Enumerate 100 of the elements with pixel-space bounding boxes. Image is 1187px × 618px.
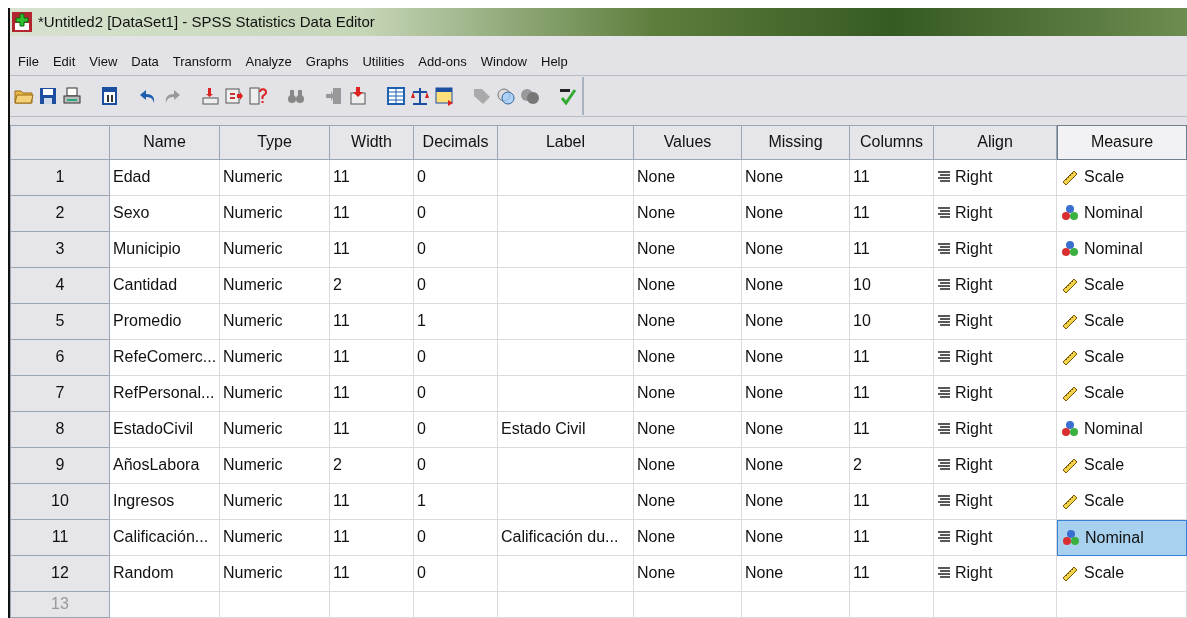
table-cell[interactable] [498,376,634,412]
table-cell[interactable]: 11 [330,520,414,556]
split-grid-icon[interactable] [386,86,406,107]
menu-item[interactable]: Graphs [299,54,357,70]
table-cell[interactable] [1057,592,1187,618]
table-cell[interactable] [330,592,414,618]
menu-item[interactable]: Transform [166,54,240,70]
table-cell[interactable]: RefeComerc... [110,340,220,376]
menu-item[interactable]: Window [474,54,535,70]
table-cell[interactable] [498,160,634,196]
table-cell[interactable]: Scale [1057,484,1187,520]
table-cell[interactable]: Numeric [220,556,330,592]
table-cell[interactable]: Calificación du... [498,520,634,556]
table-cell[interactable]: None [742,556,850,592]
column-header[interactable]: Columns [850,125,934,160]
table-cell[interactable] [498,304,634,340]
table-cell[interactable]: Scale [1057,376,1187,412]
table-cell[interactable]: Right [934,232,1057,268]
table-cell[interactable]: Right [934,448,1057,484]
table-cell[interactable]: Nominal [1057,520,1187,556]
table-cell[interactable]: 11 [330,304,414,340]
menu-item[interactable]: Utilities [356,54,413,70]
table-cell[interactable]: 11 [850,196,934,232]
table-cell[interactable]: Edad [110,160,220,196]
table-cell[interactable]: Numeric [220,304,330,340]
table-cell[interactable]: None [742,484,850,520]
table-cell[interactable] [498,196,634,232]
table-cell[interactable]: Promedio [110,304,220,340]
table-cell[interactable]: None [634,412,742,448]
table-cell[interactable]: 0 [414,268,498,304]
table-cell[interactable]: Scale [1057,160,1187,196]
table-cell[interactable]: Cantidad [110,268,220,304]
table-cell[interactable]: Scale [1057,340,1187,376]
table-cell[interactable]: Scale [1057,556,1187,592]
insert-cases-icon[interactable] [324,86,344,107]
table-cell[interactable]: None [634,376,742,412]
table-cell[interactable]: EstadoCivil [110,412,220,448]
table-cell[interactable] [498,268,634,304]
table-cell[interactable]: None [634,520,742,556]
table-cell[interactable]: Numeric [220,484,330,520]
circles-icon[interactable] [496,86,516,107]
table-cell[interactable] [498,448,634,484]
table-cell[interactable]: Numeric [220,268,330,304]
table-cell[interactable]: 11 [330,340,414,376]
table-cell[interactable]: RefPersonal... [110,376,220,412]
table-cell[interactable]: 11 [330,196,414,232]
table-cell[interactable]: None [742,160,850,196]
row-header[interactable]: 8 [10,412,110,448]
table-cell[interactable]: Nominal [1057,232,1187,268]
table-cell[interactable]: Scale [1057,304,1187,340]
table-cell[interactable]: 11 [850,232,934,268]
menu-item[interactable]: Help [535,54,576,70]
menu-item[interactable]: Analyze [239,54,300,70]
table-cell[interactable]: Ingresos [110,484,220,520]
table-cell[interactable]: None [742,340,850,376]
table-cell[interactable]: 11 [850,556,934,592]
table-cell[interactable]: Numeric [220,448,330,484]
row-header[interactable]: 11 [10,520,110,556]
table-cell[interactable]: Right [934,556,1057,592]
print-icon[interactable] [62,86,82,107]
table-cell[interactable]: 11 [330,376,414,412]
table-cell[interactable]: None [634,304,742,340]
column-header[interactable]: Align [934,125,1057,160]
table-cell[interactable]: 0 [414,376,498,412]
table-cell[interactable] [634,592,742,618]
column-header[interactable]: Missing [742,125,850,160]
variable-grid-icon[interactable] [224,86,244,107]
table-cell[interactable]: 0 [414,556,498,592]
row-header[interactable]: 6 [10,340,110,376]
table-cell[interactable] [498,592,634,618]
select-grid-icon[interactable] [434,86,454,107]
dialog-icon[interactable] [100,86,120,107]
table-cell[interactable]: None [634,448,742,484]
table-cell[interactable]: None [634,268,742,304]
menu-item[interactable]: Add-ons [412,54,475,70]
table-cell[interactable]: None [634,196,742,232]
row-header[interactable]: 2 [10,196,110,232]
table-cell[interactable]: Numeric [220,232,330,268]
table-cell[interactable]: Random [110,556,220,592]
column-header[interactable]: Values [634,125,742,160]
column-header[interactable]: Label [498,125,634,160]
table-cell[interactable]: 11 [330,556,414,592]
table-cell[interactable]: 11 [330,160,414,196]
row-header[interactable]: 4 [10,268,110,304]
table-cell[interactable]: Right [934,304,1057,340]
table-cell[interactable]: Estado Civil [498,412,634,448]
table-cell[interactable]: Right [934,376,1057,412]
row-header[interactable]: 12 [10,556,110,592]
table-cell[interactable]: Numeric [220,340,330,376]
table-cell[interactable]: 2 [330,268,414,304]
table-cell[interactable]: Scale [1057,268,1187,304]
table-cell[interactable]: None [742,376,850,412]
menu-item[interactable]: File [12,54,47,70]
table-cell[interactable]: 0 [414,520,498,556]
table-cell[interactable]: Right [934,340,1057,376]
table-cell[interactable]: Numeric [220,376,330,412]
table-cell[interactable]: Numeric [220,196,330,232]
table-cell[interactable] [498,484,634,520]
table-cell[interactable]: 0 [414,448,498,484]
table-cell[interactable]: 11 [330,484,414,520]
